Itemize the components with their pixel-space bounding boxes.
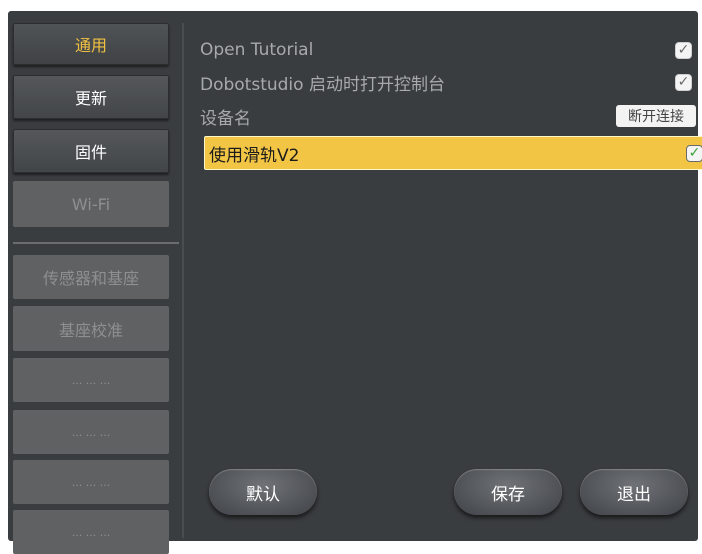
sidebar-divider <box>13 242 179 244</box>
default-button[interactable]: 默认 <box>209 469 317 515</box>
setting-open-tutorial: Open Tutorial ✓ <box>196 33 696 67</box>
checkmark-icon: ✓ <box>677 42 690 58</box>
setting-open-console: Dobotstudio 启动时打开控制台 ✓ <box>196 65 696 99</box>
sidebar-item-wifi[interactable]: Wi-Fi <box>13 181 169 227</box>
settings-window: 通用 更新 固件 Wi-Fi 传感器和基座 基座校准 ... ... ... .… <box>8 11 702 554</box>
use-rail-v2-checkbox[interactable]: ✓ <box>686 144 702 162</box>
checkmark-icon: ✓ <box>677 74 690 90</box>
checkmark-icon: ✓ <box>688 145 701 161</box>
sidebar-item-general[interactable]: 通用 <box>13 23 169 65</box>
sidebar-item-placeholder[interactable]: ... ... ... <box>13 358 169 402</box>
sidebar-item-placeholder[interactable]: ... ... ... <box>13 510 169 554</box>
setting-label: Open Tutorial <box>200 40 314 60</box>
exit-button[interactable]: 退出 <box>580 469 688 515</box>
sidebar-item-base-calibration[interactable]: 基座校准 <box>13 306 169 351</box>
setting-label: 使用滑轨V2 <box>209 145 300 166</box>
setting-label: 设备名 <box>200 108 251 129</box>
open-tutorial-checkbox[interactable]: ✓ <box>675 41 692 59</box>
vertical-separator <box>182 23 184 538</box>
sidebar-item-firmware[interactable]: 固件 <box>13 129 169 173</box>
disconnect-button[interactable]: 断开连接 <box>616 105 696 127</box>
setting-label: Dobotstudio 启动时打开控制台 <box>200 74 445 95</box>
save-button[interactable]: 保存 <box>454 469 562 515</box>
sidebar-item-placeholder[interactable]: ... ... ... <box>13 410 169 454</box>
sidebar-item-update[interactable]: 更新 <box>13 75 169 119</box>
sidebar-item-placeholder[interactable]: ... ... ... <box>13 460 169 504</box>
open-console-checkbox[interactable]: ✓ <box>675 73 692 91</box>
setting-device-name: 设备名 断开连接 <box>196 99 696 133</box>
sidebar-item-sensors-base[interactable]: 传感器和基座 <box>13 255 169 299</box>
setting-use-rail-v2[interactable]: 使用滑轨V2 ✓ <box>204 136 702 170</box>
